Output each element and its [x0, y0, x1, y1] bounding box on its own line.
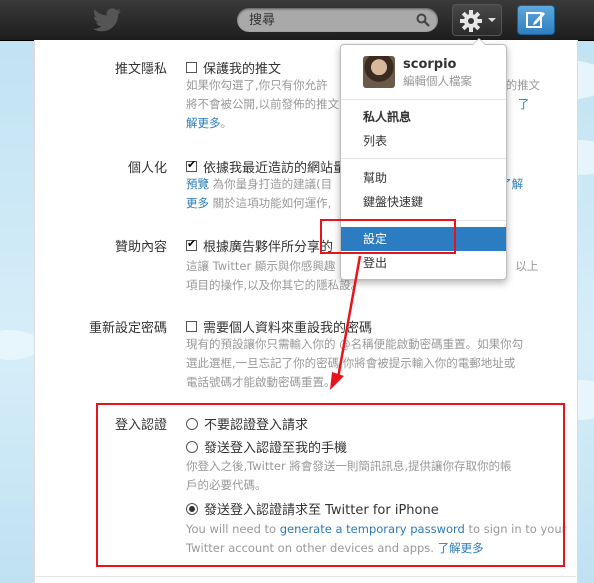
annotation-arrow [330, 255, 362, 390]
